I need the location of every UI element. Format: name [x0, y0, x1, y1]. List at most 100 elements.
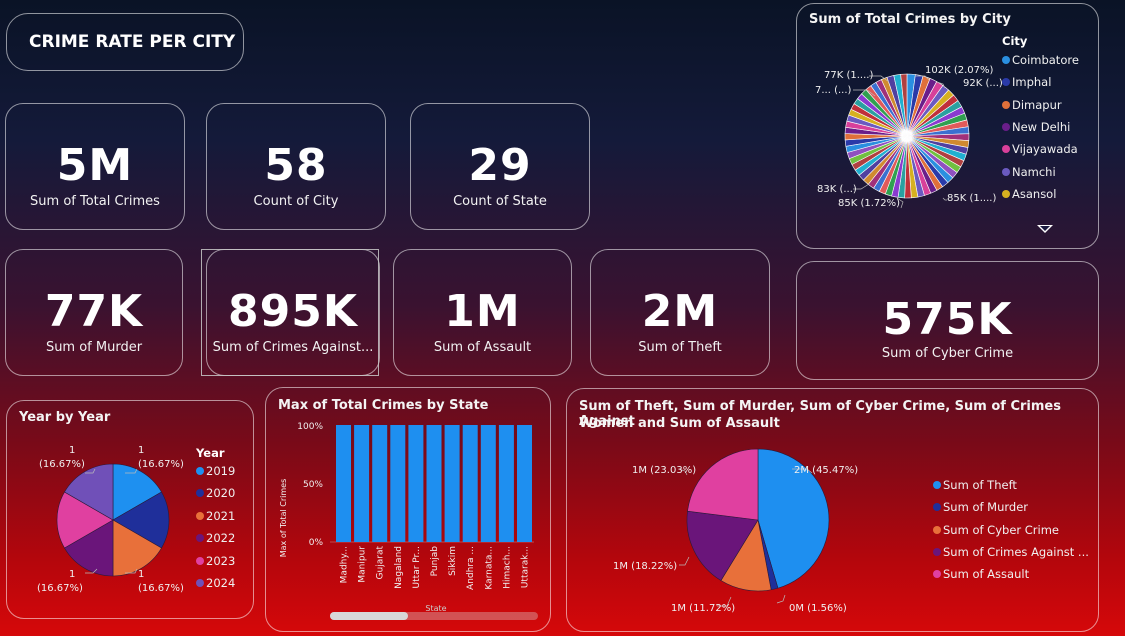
legend-item[interactable]: Sum of Theft: [933, 478, 1017, 492]
y-tick: 100%: [297, 422, 323, 432]
legend-marker: [196, 489, 204, 498]
legend-item[interactable]: Dimapur: [1002, 98, 1062, 112]
legend-label: 2023: [206, 553, 236, 568]
legend-label: Coimbatore: [1012, 53, 1079, 67]
legend-item[interactable]: Imphal: [1002, 75, 1051, 89]
legend-marker: [1002, 78, 1010, 87]
kpi-count-city[interactable]: 58 Count of City: [206, 103, 386, 230]
state-bar-chart[interactable]: Max of Total Crimes 100% 50% 0% Madhy...…: [266, 388, 552, 633]
kpi-total-crimes[interactable]: 5M Sum of Total Crimes: [5, 103, 185, 230]
legend-item[interactable]: Sum of Assault: [933, 567, 1029, 581]
legend-marker: [933, 481, 941, 489]
legend-item[interactable]: 2019: [196, 464, 235, 478]
state-bar[interactable]: [462, 425, 478, 542]
state-bar[interactable]: [372, 425, 388, 542]
selection-frame: [201, 249, 379, 376]
year-pie-chart[interactable]: 1 (16.67%) 1 (16.67%) 1 (16.67%) 1 (16.6…: [7, 401, 197, 601]
kpi-label: Sum of Cyber Crime: [881, 346, 1014, 361]
state-bar[interactable]: [336, 425, 351, 542]
x-tick: Sikkim: [448, 546, 458, 576]
state-bar[interactable]: [444, 425, 460, 542]
state-bar-card[interactable]: Max of Total Crimes by State Max of Tota…: [265, 387, 551, 632]
kpi-value: 77K: [44, 286, 144, 337]
city-pie-label: 85K (1....): [947, 193, 996, 204]
legend-item[interactable]: Sum of Crimes Against ...: [933, 545, 1089, 559]
x-tick: Manipur: [358, 546, 368, 583]
kpi-theft[interactable]: 2M Sum of Theft: [590, 249, 770, 376]
legend-item[interactable]: 2024: [196, 576, 235, 590]
state-bar[interactable]: [354, 425, 370, 542]
legend-label: Namchi: [1012, 164, 1056, 179]
crime-pie-slice[interactable]: [687, 448, 759, 521]
legend-item[interactable]: Vijayawada: [1002, 142, 1078, 156]
state-bar[interactable]: [390, 425, 406, 542]
city-pie-card[interactable]: Sum of Total Crimes by City 77K (1....) …: [796, 3, 1099, 249]
legend-marker: [933, 547, 941, 556]
city-pie-title: Sum of Total Crimes by City: [809, 12, 1011, 27]
legend-item[interactable]: 2022: [196, 531, 235, 545]
legend-item[interactable]: New Delhi: [1002, 120, 1070, 134]
x-tick: Gujarat: [376, 546, 386, 580]
legend-label: Imphal: [1012, 75, 1052, 90]
state-bar[interactable]: [498, 425, 514, 542]
crime-pie-label: 2M (45.47%): [794, 465, 858, 476]
legend-marker: [1002, 122, 1010, 131]
legend-item[interactable]: 2021: [196, 509, 235, 523]
y-axis-label: Max of Total Crimes: [279, 479, 288, 558]
kpi-murder[interactable]: 77K Sum of Murder: [5, 249, 183, 376]
crime-pie-label: 1M (23.03%): [632, 465, 696, 476]
year-pie-label: 1: [69, 445, 75, 456]
legend-marker: [196, 579, 204, 587]
year-pie-slices[interactable]: [56, 463, 170, 577]
legend-item[interactable]: Coimbatore: [1002, 53, 1079, 67]
x-tick: Karnata...: [484, 546, 494, 590]
kpi-count-state[interactable]: 29 Count of State: [410, 103, 590, 230]
kpi-label: Count of City: [253, 194, 339, 209]
year-pie-card[interactable]: Year by Year 1 (16.67%) 1 (16.67%) 1 (16…: [6, 400, 254, 619]
legend-label: 2024: [206, 576, 236, 590]
kpi-value: 58: [264, 140, 328, 191]
year-legend-title: Year: [196, 446, 225, 460]
kpi-cyber-crime[interactable]: 575K Sum of Cyber Crime: [796, 261, 1099, 380]
kpi-label: Sum of Murder: [45, 340, 143, 355]
legend-label: Sum of Assault: [943, 567, 1030, 582]
state-bars[interactable]: Madhy... Manipur Gujarat Nagaland Uttar Pr..…: [330, 425, 534, 590]
city-pie-label: 77K (1....): [824, 70, 873, 81]
x-tick: Punjab: [430, 546, 440, 577]
year-pie-label: (16.67%): [39, 459, 85, 470]
legend-marker: [196, 511, 204, 520]
legend-marker: [196, 556, 204, 565]
x-tick: Madhy...: [340, 546, 350, 583]
year-pie-label: (16.67%): [138, 583, 184, 594]
city-pie-slices[interactable]: [844, 73, 970, 199]
scrollbar-thumb[interactable]: [330, 612, 408, 620]
legend-item[interactable]: 2023: [196, 554, 235, 568]
crime-pie-chart[interactable]: 1M (23.03%) 2M (45.47%) 1M (18.22%) 1M (…: [567, 389, 927, 633]
kpi-assault[interactable]: 1M Sum of Assault: [393, 249, 572, 376]
city-pie-label: 85K (1.72%): [838, 198, 900, 209]
legend-item[interactable]: Sum of Murder: [933, 500, 1028, 514]
state-bar[interactable]: [408, 425, 424, 542]
state-bar[interactable]: [517, 425, 532, 542]
kpi-label: Sum of Total Crimes: [30, 194, 160, 209]
legend-item[interactable]: Sum of Cyber Crime: [933, 523, 1059, 537]
kpi-value: 1M: [444, 286, 521, 337]
legend-marker: [1002, 100, 1010, 109]
state-bar[interactable]: [480, 425, 496, 542]
legend-item[interactable]: Namchi: [1002, 165, 1056, 179]
x-tick: Nagaland: [394, 546, 404, 589]
year-pie-label: 1: [69, 569, 75, 580]
kpi-label: Sum of Assault: [433, 340, 532, 355]
y-tick: 0%: [309, 538, 324, 548]
legend-marker: [933, 525, 941, 534]
state-bar[interactable]: [426, 425, 442, 542]
city-pie-chart[interactable]: 77K (1....) 7... (...) 102K (2.07%) 92K …: [797, 34, 1003, 234]
legend-item[interactable]: 2020: [196, 486, 235, 500]
horizontal-scrollbar[interactable]: [330, 612, 538, 620]
city-pie-label: 83K (...): [817, 184, 857, 195]
legend-marker: [1002, 189, 1010, 198]
kpi-label: Sum of Theft: [638, 340, 722, 355]
legend-label: 2021: [206, 508, 236, 523]
crime-type-pie-card[interactable]: Sum of Theft, Sum of Murder, Sum of Cybe…: [566, 388, 1099, 632]
legend-item[interactable]: Asansol: [1002, 187, 1056, 201]
